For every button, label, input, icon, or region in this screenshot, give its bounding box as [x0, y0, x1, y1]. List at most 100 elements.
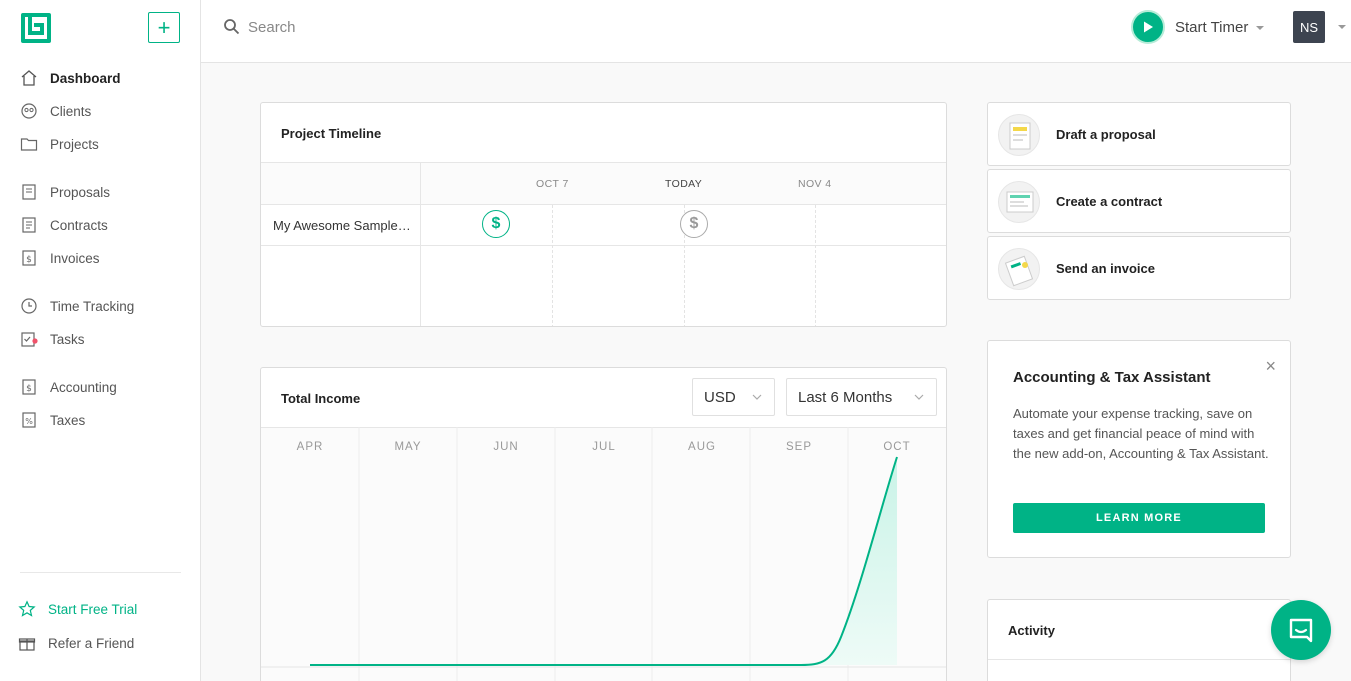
sidebar-item-projects[interactable]: Projects	[20, 132, 99, 156]
month-label: JUL	[592, 441, 616, 453]
payment-marker-icon[interactable]: $	[680, 210, 708, 238]
chevron-down-icon	[1256, 26, 1265, 31]
svg-text:$: $	[26, 255, 32, 265]
sidebar-item-tasks[interactable]: Tasks	[20, 327, 85, 351]
sidebar-item-label: Contracts	[50, 217, 108, 233]
logo-icon[interactable]	[20, 12, 52, 44]
add-new-button[interactable]: +	[148, 12, 180, 43]
avatar[interactable]: NS	[1293, 11, 1325, 43]
invoice-thumb-icon	[998, 248, 1040, 290]
month-label: SEP	[785, 441, 812, 453]
start-timer-label: Start Timer	[1175, 19, 1249, 36]
sidebar-item-label: Taxes	[50, 412, 86, 428]
sidebar-item-invoices[interactable]: $ Invoices	[20, 246, 100, 270]
sidebar: + Dashboard Clients Projects Proposals C…	[0, 0, 201, 681]
start-timer-menu[interactable]: Start Timer	[1175, 19, 1265, 36]
activity-divider	[988, 659, 1290, 660]
contract-thumb-icon	[998, 181, 1040, 223]
sidebar-item-accounting[interactable]: $ Accounting	[20, 375, 117, 399]
date-range-value: Last 6 Months	[798, 388, 893, 406]
tasks-icon	[20, 330, 38, 348]
income-line	[310, 456, 898, 666]
tax-assistant-title: Accounting & Tax Assistant	[1013, 369, 1211, 386]
chevron-down-icon	[914, 394, 924, 400]
svg-text:$: $	[26, 384, 32, 394]
date-range-select[interactable]: Last 6 Months	[786, 378, 937, 416]
month-label: APR	[296, 441, 324, 453]
folder-icon	[20, 135, 38, 153]
create-contract-button[interactable]: Create a contract	[987, 169, 1291, 233]
send-invoice-label: Send an invoice	[1056, 261, 1155, 276]
proposal-thumb-icon	[998, 114, 1040, 156]
refer-a-friend-link[interactable]: Refer a Friend	[18, 631, 134, 655]
refer-a-friend-label: Refer a Friend	[48, 635, 135, 651]
sidebar-item-label: Tasks	[50, 331, 85, 347]
gift-icon	[18, 634, 36, 652]
start-free-trial-label: Start Free Trial	[48, 601, 138, 617]
sidebar-item-dashboard[interactable]: Dashboard	[20, 66, 121, 90]
app: + Dashboard Clients Projects Proposals C…	[0, 0, 1351, 681]
start-free-trial-link[interactable]: Start Free Trial	[18, 597, 137, 621]
currency-select[interactable]: USD	[692, 378, 775, 416]
timeline-row-divider	[261, 245, 946, 246]
send-invoice-button[interactable]: Send an invoice	[987, 236, 1291, 300]
timeline-date: OCT 7	[536, 178, 569, 190]
chat-icon	[1289, 618, 1313, 643]
chevron-down-icon[interactable]	[1338, 25, 1346, 29]
sidebar-divider	[20, 572, 181, 573]
sidebar-item-contracts[interactable]: Contracts	[20, 213, 108, 237]
search-input[interactable]	[248, 16, 548, 38]
timeline-date: NOV 4	[798, 178, 832, 190]
activity-title: Activity	[1008, 623, 1055, 638]
timeline-header	[261, 162, 946, 205]
create-contract-label: Create a contract	[1056, 194, 1163, 209]
draft-proposal-label: Draft a proposal	[1056, 127, 1156, 142]
proposal-icon	[20, 183, 38, 201]
search-icon	[224, 19, 240, 35]
svg-text:%: %	[25, 417, 33, 426]
home-icon	[20, 69, 38, 87]
learn-more-button[interactable]: LEARN MORE	[1013, 503, 1265, 533]
contract-icon	[20, 216, 38, 234]
sidebar-item-time-tracking[interactable]: Time Tracking	[20, 294, 134, 318]
total-income-title: Total Income	[281, 391, 361, 406]
sidebar-item-label: Dashboard	[50, 70, 121, 86]
draft-proposal-button[interactable]: Draft a proposal	[987, 102, 1291, 166]
clock-icon	[20, 297, 38, 315]
accounting-icon: $	[20, 378, 38, 396]
project-timeline-card: Project Timeline OCT 7 TODAY NOV 4 My Aw…	[260, 102, 947, 327]
invoice-icon: $	[20, 249, 38, 267]
month-label: MAY	[394, 441, 422, 453]
clients-icon	[20, 102, 38, 120]
sidebar-item-taxes[interactable]: % Taxes	[20, 408, 85, 432]
close-icon[interactable]: ×	[1265, 357, 1276, 375]
sidebar-item-label: Proposals	[50, 184, 111, 200]
month-label: AUG	[688, 441, 716, 453]
month-label: OCT	[883, 441, 911, 453]
tax-assistant-card: Accounting & Tax Assistant × Automate yo…	[987, 340, 1291, 558]
sidebar-item-label: Time Tracking	[50, 298, 135, 314]
start-timer-button[interactable]	[1131, 10, 1165, 44]
chat-button[interactable]	[1271, 600, 1331, 660]
sidebar-item-label: Projects	[50, 136, 99, 152]
income-chart	[261, 427, 946, 681]
timeline-gridline	[552, 205, 553, 326]
tax-assistant-description: Automate your expense tracking, save on …	[1013, 406, 1269, 461]
timeline-project-name[interactable]: My Awesome Sample Project	[273, 218, 413, 233]
timeline-date-today: TODAY	[665, 178, 703, 190]
sidebar-item-clients[interactable]: Clients	[20, 99, 91, 123]
month-label: JUN	[493, 441, 519, 453]
income-area	[801, 457, 897, 665]
sidebar-item-label: Clients	[50, 103, 92, 119]
topbar: Start Timer NS	[201, 0, 1351, 63]
payment-marker-icon[interactable]: $	[482, 210, 510, 238]
total-income-card: Total Income USD Last 6 Months APR MAY J…	[260, 367, 947, 681]
sidebar-item-proposals[interactable]: Proposals	[20, 180, 110, 204]
star-icon	[18, 600, 36, 618]
project-timeline-title: Project Timeline	[281, 126, 382, 141]
sidebar-item-label: Accounting	[50, 379, 117, 395]
activity-card: Activity	[987, 599, 1291, 681]
currency-value: USD	[704, 388, 736, 406]
timeline-gridline	[815, 205, 816, 326]
sidebar-item-label: Invoices	[50, 250, 100, 266]
